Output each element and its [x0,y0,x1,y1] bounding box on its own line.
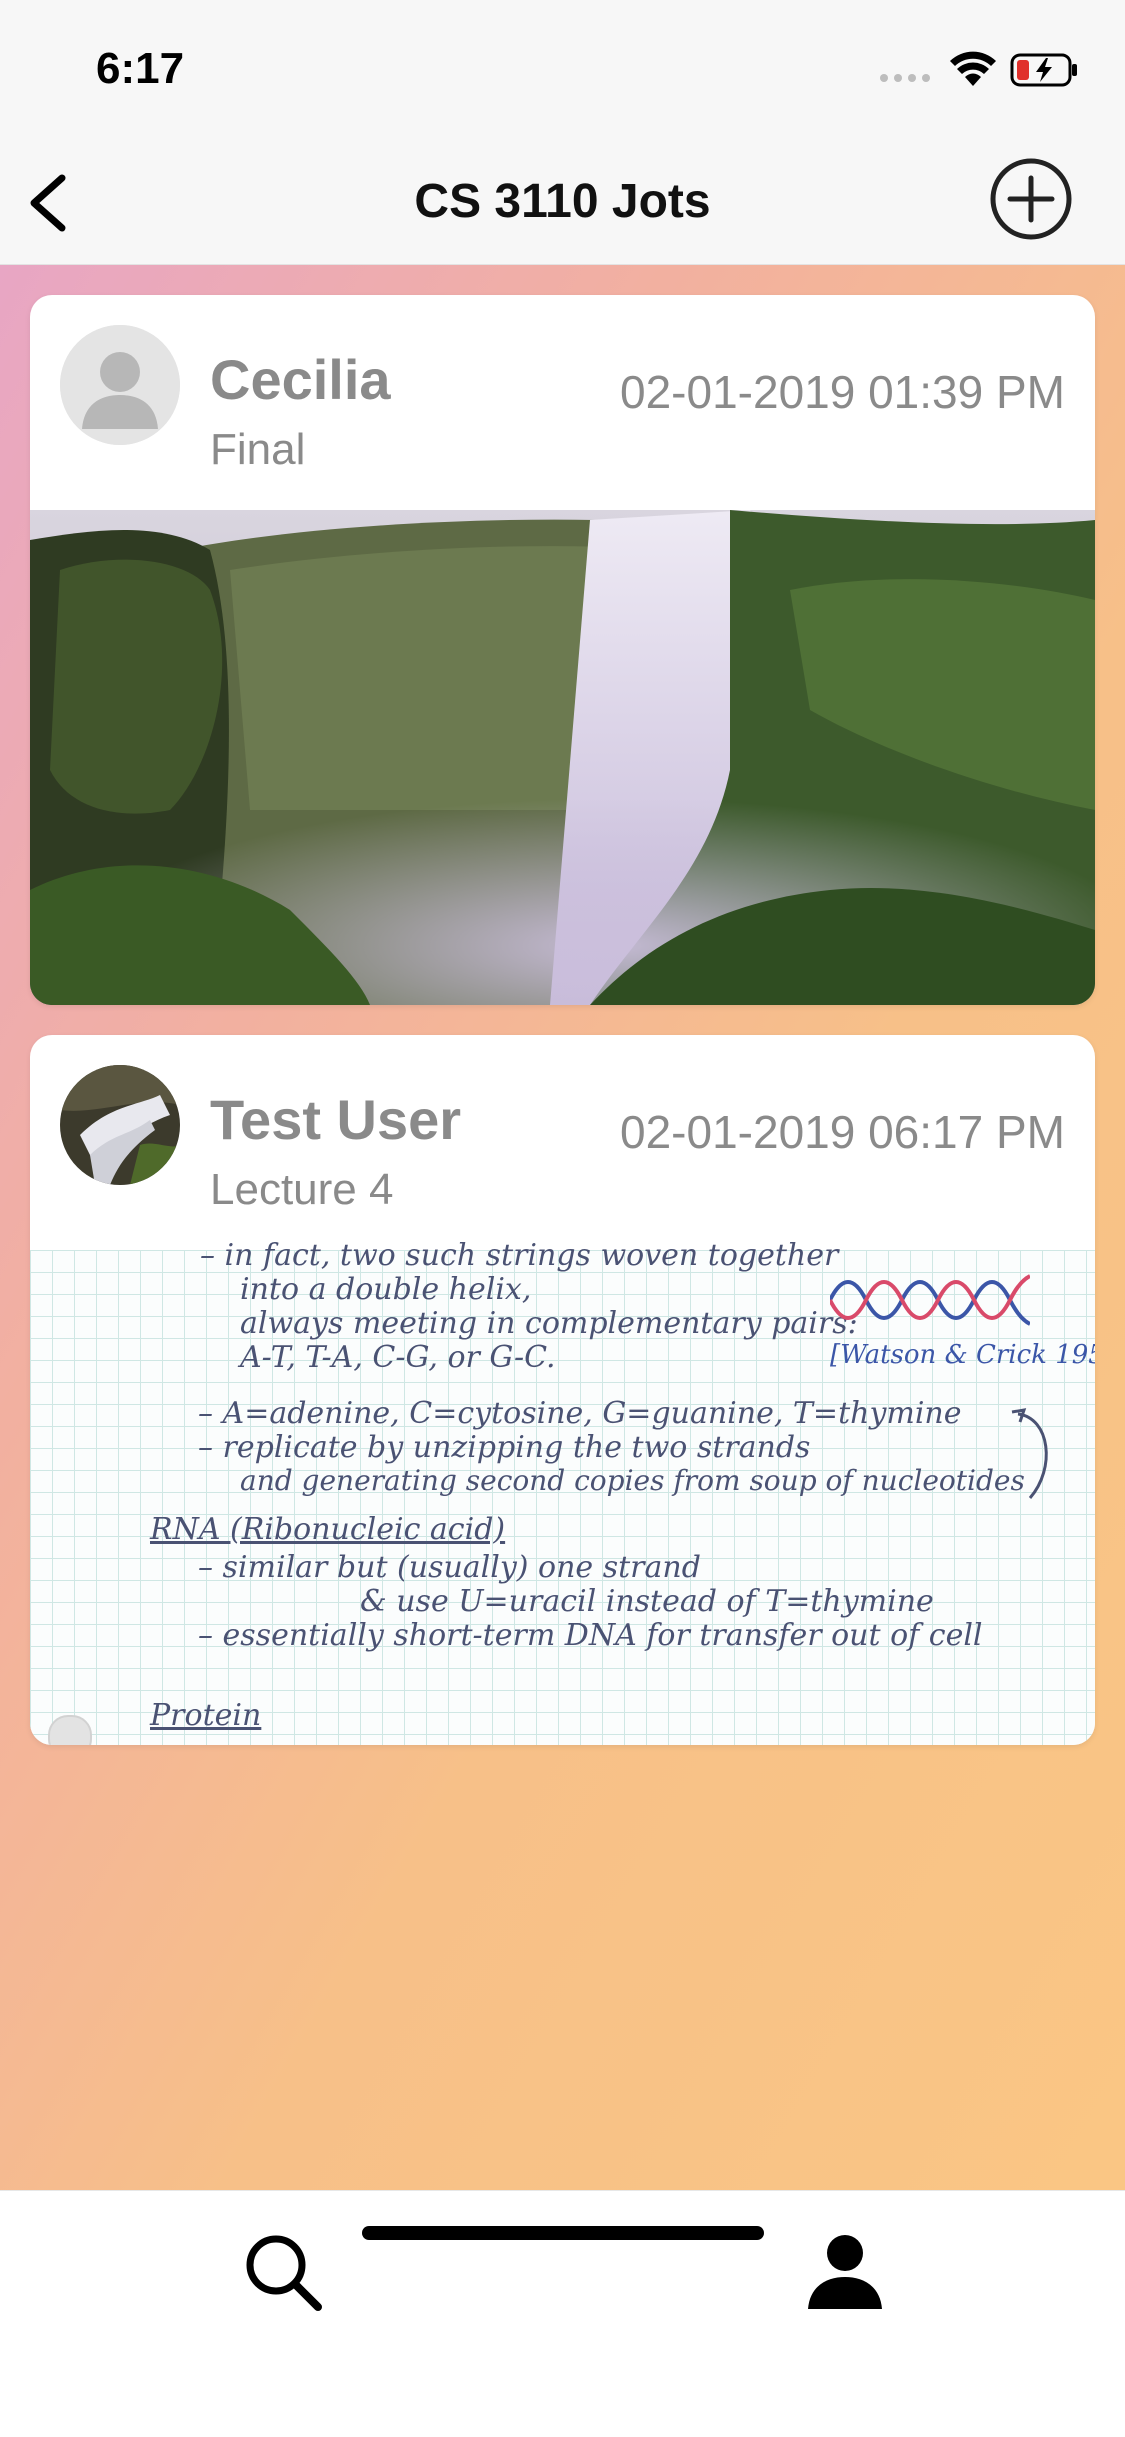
jot-subtitle: Final [210,425,306,474]
status-bar: 6:17 [0,0,1125,140]
page-title: CS 3110 Jots [414,175,711,228]
avatar [60,325,180,445]
jot-card[interactable]: Test User Lecture 4 02-01-2019 06:17 PM … [30,1035,1095,1745]
note-line: – replicate by unzipping the two strands [198,1430,811,1465]
note-line: A-T, T-A, C-G, or G-C. [240,1340,556,1375]
person-placeholder-icon [60,325,180,445]
jot-card[interactable]: Cecilia Final 02-01-2019 01:39 PM [30,295,1095,1005]
search-icon[interactable] [238,2227,328,2317]
jot-card-header: Test User Lecture 4 02-01-2019 06:17 PM [30,1035,1095,1250]
note-heading: RNA (Ribonucleic acid) [150,1512,506,1547]
person-icon[interactable] [800,2227,890,2317]
note-line: – essentially short-term DNA for transfe… [198,1618,983,1653]
jot-subtitle: Lecture 4 [210,1165,394,1214]
arrow-icon [1011,1408,1048,1499]
author-name: Test User [210,1088,462,1151]
waterfall-avatar [60,1065,180,1185]
note-heading: Protein [150,1698,262,1733]
note-line: into a double helix, [240,1272,532,1307]
home-indicator[interactable] [362,2226,764,2240]
note-citation: [Watson & Crick 1953] [830,1340,1095,1370]
note-line: always meeting in complementary pairs: [240,1306,858,1341]
jot-date: 02-01-2019 06:17 PM [620,1106,1065,1158]
jots-feed[interactable]: Cecilia Final 02-01-2019 01:39 PM Test U… [0,265,1125,2190]
waterfall-photo[interactable] [30,510,1095,1005]
note-line: & use U=uracil instead of T=thymine [360,1584,934,1619]
author-name: Cecilia [210,348,391,411]
plus-circle-icon[interactable] [988,156,1074,242]
note-line: – in fact, two such strings woven togeth… [200,1238,839,1273]
status-time: 6:17 [96,44,185,93]
note-line: – similar but (usually) one strand [198,1550,701,1585]
cellular-signal-icon [880,74,930,82]
handwritten-notes-image[interactable]: – in fact, two such strings woven togeth… [30,1238,1095,1745]
scroll-indicator-dot [48,1715,92,1745]
jot-date: 02-01-2019 01:39 PM [620,366,1065,418]
note-line: and generating second copies from soup o… [240,1464,1025,1497]
avatar [60,1065,180,1185]
jot-card-header: Cecilia Final 02-01-2019 01:39 PM [30,295,1095,510]
double-helix-icon [830,1274,1030,1326]
navigation-bar: CS 3110 Jots [0,140,1125,265]
battery-icon [1010,53,1077,87]
note-line: – A=adenine, C=cytosine, G=guanine, T=th… [198,1396,962,1431]
wifi-icon [950,51,996,86]
